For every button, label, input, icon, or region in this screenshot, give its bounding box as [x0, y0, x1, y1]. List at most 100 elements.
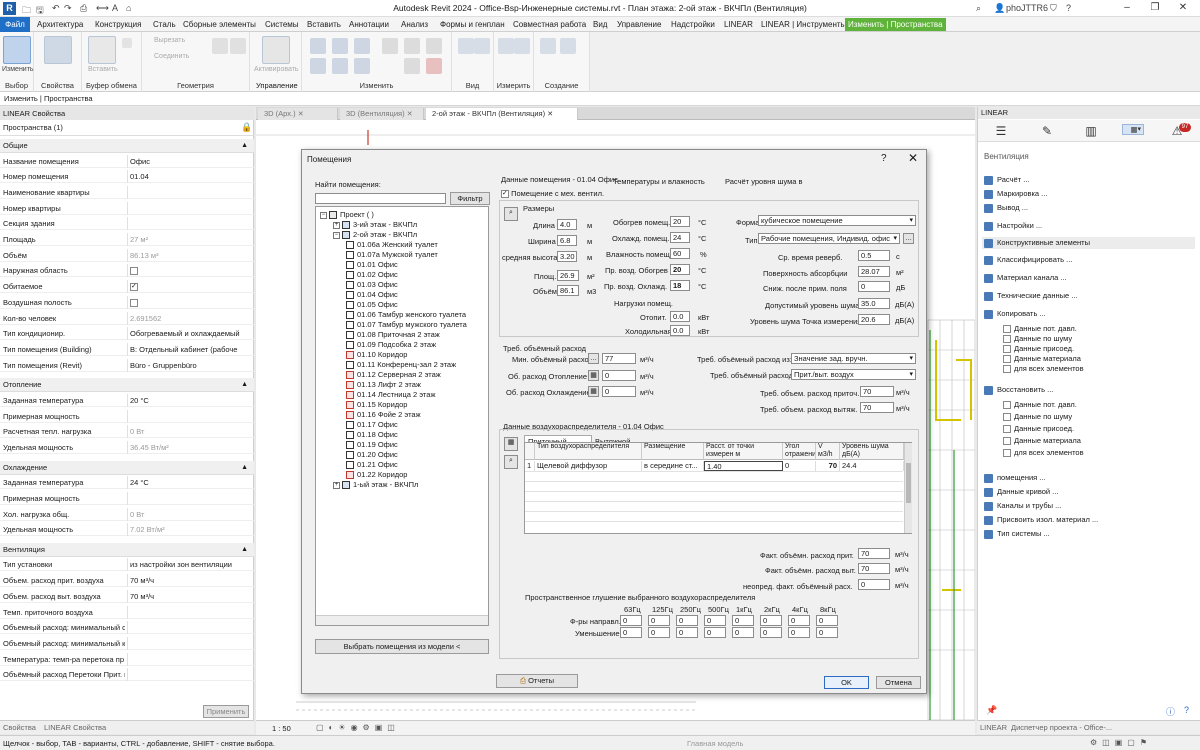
menu-tab[interactable]: Формы и генплан	[437, 18, 508, 31]
menu-tab[interactable]: Сталь	[150, 18, 179, 31]
override-icon[interactable]	[474, 38, 490, 54]
scale-icon[interactable]	[426, 38, 442, 54]
menu-tab[interactable]: Вид	[590, 18, 610, 31]
property-value[interactable]: Обогреваемый и охлаждаемый	[130, 329, 248, 338]
property-row[interactable]: Объемный расход: минимальный к	[0, 636, 254, 650]
pin-icon[interactable]	[404, 58, 420, 74]
cut-label[interactable]: Вырезать	[154, 37, 185, 44]
linear-menu-item[interactable]: Данные кривой ...	[984, 487, 1058, 497]
copy-option[interactable]: для всех элементов	[1003, 364, 1084, 374]
property-value[interactable]: Офис	[130, 157, 248, 166]
linear-menu-item[interactable]: помещения ...	[984, 473, 1046, 483]
restore-option-checkbox[interactable]	[1003, 425, 1011, 434]
reports-button[interactable]: ⎙ Отчеты	[496, 674, 578, 688]
tab-project-browser[interactable]: Диспетчер проекта - Office-...	[1011, 723, 1112, 732]
property-row[interactable]: Наружная область	[0, 264, 254, 278]
tab-properties[interactable]: Свойства	[3, 723, 36, 732]
property-value[interactable]: 24 °C	[130, 478, 248, 487]
type-selector[interactable]: Пространства (1) 🔒	[0, 120, 254, 136]
edit-icon[interactable]: ✎	[1036, 124, 1058, 138]
property-group-header[interactable]: Общие ▲	[0, 139, 254, 153]
calculator-icon[interactable]: ▦	[1122, 124, 1144, 135]
restore-option-checkbox[interactable]	[1003, 401, 1011, 410]
linear-menu-item[interactable]: Конструктивные элементы	[982, 237, 1195, 249]
restore-option-checkbox[interactable]	[1003, 449, 1011, 458]
properties-icon[interactable]	[44, 36, 72, 64]
tab-linear[interactable]: LINEAR	[980, 723, 1007, 732]
modify-arrow-icon[interactable]	[3, 36, 31, 64]
copy-option[interactable]: Данные пот. давл.	[1003, 324, 1077, 334]
menu-tab[interactable]: Системы	[262, 18, 302, 31]
octave-band-cell[interactable]: 0	[648, 615, 670, 626]
mirror-icon[interactable]	[354, 38, 370, 54]
copy-icon[interactable]	[122, 38, 132, 48]
collapse-icon[interactable]: ▲	[241, 378, 248, 392]
menu-tab[interactable]: Аннотации	[346, 18, 392, 31]
activate-icon[interactable]	[262, 36, 290, 64]
octave-band-cell[interactable]: 0	[816, 615, 838, 626]
octave-band-cell[interactable]: 0	[620, 615, 642, 626]
menu-tab[interactable]: Сборные элементы	[180, 18, 259, 31]
wall-join-icon[interactable]	[212, 38, 228, 54]
restore-option[interactable]: Данные по шуму	[1003, 412, 1072, 422]
property-checkbox[interactable]	[130, 298, 138, 307]
trim-icon[interactable]	[354, 58, 370, 74]
split-icon[interactable]	[382, 38, 398, 54]
measure-tool-icon[interactable]	[498, 38, 514, 54]
menu-tab[interactable]: Архитектура	[34, 18, 86, 31]
cancel-button[interactable]: Отмена	[876, 676, 921, 689]
restore-option-checkbox[interactable]	[1003, 437, 1011, 446]
linear-menu-item[interactable]: Вывод ...	[984, 203, 1028, 213]
property-row[interactable]: Секция здания	[0, 217, 254, 231]
help-icon[interactable]: ?	[1066, 3, 1071, 13]
restore-option[interactable]: Данные присоед.	[1003, 424, 1074, 434]
ok-button[interactable]: OK	[824, 676, 869, 689]
split-face-icon[interactable]	[230, 38, 246, 54]
property-row[interactable]: Название помещения Офис	[0, 154, 254, 168]
restore-option[interactable]: Данные материала	[1003, 436, 1081, 446]
restore-option[interactable]: для всех элементов	[1003, 448, 1084, 458]
octave-band-cell[interactable]: 0	[732, 627, 754, 638]
octave-band-cell[interactable]: 0	[620, 627, 642, 638]
octave-band-cell[interactable]: 0	[816, 627, 838, 638]
linear-menu-item[interactable]: Маркировка ...	[984, 189, 1047, 199]
join-label[interactable]: Соединить	[154, 53, 189, 60]
property-row[interactable]: Тип помещения (Revit) Büro - Gruppenbüro	[0, 358, 254, 372]
array-icon[interactable]	[404, 38, 420, 54]
menu-tab[interactable]: Конструкция	[92, 18, 144, 31]
property-value[interactable]	[130, 298, 248, 307]
property-checkbox[interactable]	[130, 267, 138, 276]
property-row[interactable]: Заданная температура 24 °C	[0, 476, 254, 490]
minimize-button[interactable]: –	[1112, 2, 1142, 13]
copy-option-checkbox[interactable]	[1003, 355, 1011, 364]
tab-linear-properties[interactable]: LINEAR Свойства	[44, 723, 106, 732]
search-icon[interactable]: ⌕	[976, 3, 981, 14]
property-value[interactable]: B: Отдельный кабинет (рабоче	[130, 345, 248, 354]
property-row[interactable]: Темп. приточного воздуха	[0, 605, 254, 619]
property-row[interactable]: Тип помещения (Building) B: Отдельный каб…	[0, 342, 254, 356]
property-row[interactable]: Объем. расход прит. воздуха 70 м³/ч	[0, 574, 254, 588]
view-control-icons[interactable]: ▢◐☀◉⚙▣◫	[316, 723, 400, 732]
property-row[interactable]: Номер квартиры	[0, 201, 254, 215]
delete-icon[interactable]	[426, 58, 442, 74]
property-row[interactable]: Примерная мощность	[0, 409, 254, 423]
property-row[interactable]: Температура: темп-ра перетока пр	[0, 652, 254, 666]
user-icon[interactable]: 👤	[994, 3, 1005, 14]
menu-tab[interactable]: Надстройки	[668, 18, 718, 31]
align-icon[interactable]	[310, 38, 326, 54]
property-row[interactable]: Объемный расход: минимальный с	[0, 621, 254, 635]
create-part-icon[interactable]	[540, 38, 556, 54]
property-row[interactable]: Удельная мощность 36.45 Вт/м²	[0, 440, 254, 454]
menu-tab[interactable]: Изменить | Пространства	[845, 18, 946, 31]
property-row[interactable]: Площадь 27 м²	[0, 233, 254, 246]
selection-filter-icons[interactable]: ⚙◫▣▢⚑	[1090, 738, 1152, 747]
copy-option[interactable]: Данные материала	[1003, 354, 1081, 364]
octave-band-cell[interactable]: 0	[760, 627, 782, 638]
property-row[interactable]: Хол. нагрузка общ. 0 Вт	[0, 507, 254, 521]
create-group-icon[interactable]	[560, 38, 576, 54]
rotate-icon[interactable]	[332, 58, 348, 74]
property-group-header[interactable]: Вентиляция ▲	[0, 542, 254, 557]
property-row[interactable]: Тип кондиционир. Обогреваемый и охлаждаем…	[0, 327, 254, 341]
copy-option[interactable]: Данные по шуму	[1003, 334, 1072, 344]
panel-label-select[interactable]: Выбор	[0, 81, 33, 90]
